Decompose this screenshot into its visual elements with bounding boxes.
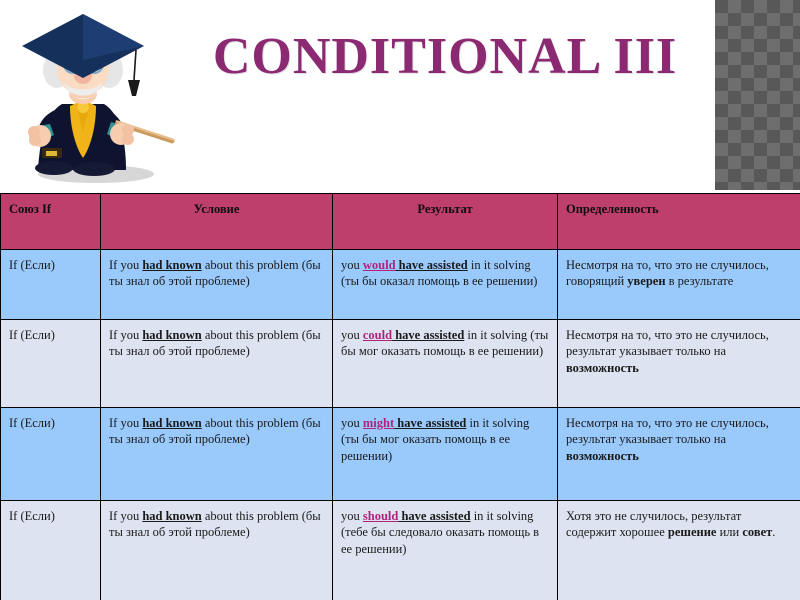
condition-pre: If you [109, 509, 143, 523]
result-pre: you [341, 328, 363, 342]
cell-conjunction: If (Если) [0, 407, 101, 501]
column-header-certainty: Определенность [557, 193, 800, 250]
table-row: If (Если) If you had known about this pr… [0, 249, 800, 320]
result-modal: might [362, 416, 395, 430]
table-row: If (Если) If you had known about this pr… [0, 319, 800, 408]
certainty-bold: решение [667, 525, 717, 540]
cell-certainty: Несмотря на то, что это не случилось, ре… [557, 407, 800, 501]
column-header-conjunction: Союз If [0, 193, 101, 250]
result-pre: you [341, 258, 363, 272]
cell-result: you might have assisted in it solving (т… [332, 407, 558, 501]
cell-conjunction: If (Если) [0, 500, 101, 600]
cell-condition: If you had known about this problem (бы … [100, 407, 333, 501]
certainty-mid: или [716, 525, 743, 540]
condition-keyword: had known [142, 416, 202, 430]
result-pre: you [341, 509, 363, 523]
certainty-pre: Несмотря на то, что это не случилось, ре… [566, 328, 769, 359]
cell-conjunction: If (Если) [0, 249, 101, 320]
column-header-result: Результат [332, 193, 558, 250]
result-keyword: have assisted [398, 509, 471, 523]
table-header-row: Союз If Условие Результат Определенность [0, 193, 800, 250]
condition-pre: If you [109, 258, 143, 272]
condition-pre: If you [109, 328, 143, 342]
slide-canvas: CONDITIONAL III Союз If Условие Результа… [0, 0, 800, 600]
result-modal: should [362, 509, 399, 523]
certainty-pre: Несмотря на то, что это не случилось, ре… [566, 416, 769, 447]
cell-result: you should have assisted in it solving (… [332, 500, 558, 600]
cell-condition: If you had known about this problem (бы … [100, 319, 333, 408]
table-row: If (Если) If you had known about this pr… [0, 407, 800, 501]
cell-condition: If you had known about this problem (бы … [100, 249, 333, 320]
certainty-post: в результате [665, 274, 734, 289]
result-keyword: have assisted [392, 328, 465, 342]
cell-certainty: Несмотря на то, что это не случилось, го… [557, 249, 800, 320]
cell-result: you would have assisted in it solving (т… [332, 249, 558, 320]
condition-pre: If you [109, 416, 143, 430]
condition-keyword: had known [142, 328, 202, 342]
cell-conjunction: If (Если) [0, 319, 101, 408]
column-header-condition: Условие [100, 193, 333, 250]
certainty-bold: возможность [566, 360, 639, 375]
condition-keyword: had known [142, 509, 202, 523]
certainty-post: . [772, 525, 776, 540]
professor-illustration [22, 14, 175, 183]
condition-keyword: had known [142, 258, 202, 272]
certainty-bold: возможность [566, 448, 639, 463]
result-keyword: have assisted [394, 416, 467, 430]
result-pre: you [341, 416, 363, 430]
cell-certainty: Несмотря на то, что это не случилось, ре… [557, 319, 800, 408]
result-modal: could [362, 328, 393, 342]
conditional-table: Союз If Условие Результат Определенность… [0, 193, 800, 600]
cell-certainty: Хотя это не случилось, результат содержи… [557, 500, 800, 600]
cell-result: you could have assisted in it solving (т… [332, 319, 558, 408]
cell-condition: If you had known about this problem (бы … [100, 500, 333, 600]
result-modal: would [362, 258, 396, 272]
page-title: CONDITIONAL III [212, 28, 678, 85]
certainty-bold: уверен [627, 274, 666, 289]
certainty-bold-2: совет [742, 525, 773, 540]
table-row: If (Если) If you had known about this pr… [0, 500, 800, 600]
checkered-decoration [715, 0, 800, 190]
result-keyword: have assisted [395, 258, 468, 272]
